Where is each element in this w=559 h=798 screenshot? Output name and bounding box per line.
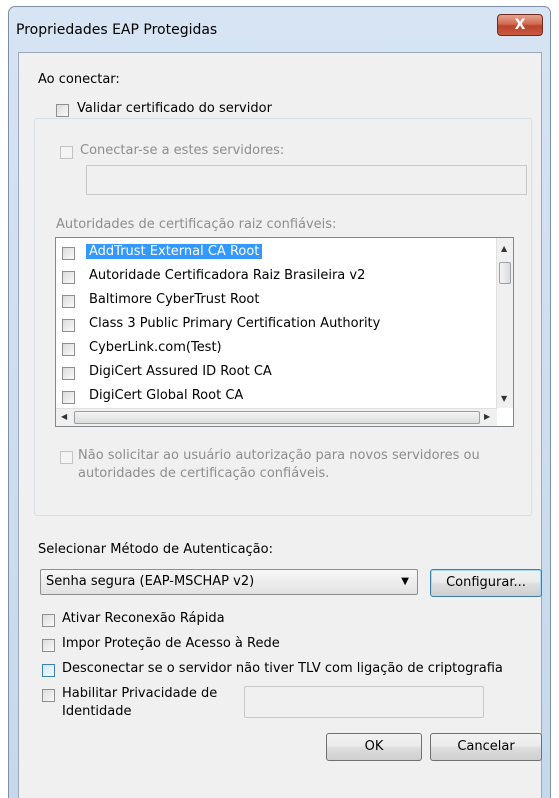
ca-checkbox[interactable] xyxy=(62,367,75,380)
ca-label: DigiCert Global Root CA xyxy=(89,388,244,403)
ca-checkbox[interactable] xyxy=(62,319,75,332)
scroll-left-icon[interactable]: ◀ xyxy=(61,412,67,421)
ca-checkbox[interactable] xyxy=(62,343,75,356)
ca-checkbox[interactable] xyxy=(62,391,75,404)
connect-servers-label: Conectar-se a estes servidores: xyxy=(80,143,285,158)
scroll-down-icon[interactable]: ▼ xyxy=(501,394,507,403)
trusted-ca-heading: Autoridades de certificação raiz confiáv… xyxy=(56,217,337,232)
vertical-scrollbar[interactable]: ▲ ▼ xyxy=(496,238,513,408)
cancel-button[interactable]: Cancelar xyxy=(430,733,542,761)
servers-input[interactable] xyxy=(86,165,527,195)
ca-label: Class 3 Public Primary Certification Aut… xyxy=(89,316,381,331)
chevron-down-icon: ▼ xyxy=(401,576,409,587)
identity-privacy-label-line2: Identidade xyxy=(62,704,132,719)
ca-label: Autoridade Certificadora Raiz Brasileira… xyxy=(89,268,366,283)
ca-list[interactable]: AddTrust External CA Root Autoridade Cer… xyxy=(55,237,514,427)
no-prompt-label-line1: Não solicitar ao usuário autorização par… xyxy=(78,448,480,463)
ok-button[interactable]: OK xyxy=(326,733,422,761)
tlv-checkbox[interactable] xyxy=(42,664,55,677)
identity-privacy-checkbox[interactable] xyxy=(42,689,55,702)
auth-method-value: Senha segura (EAP-MSCHAP v2) xyxy=(46,574,255,589)
ca-checkbox[interactable] xyxy=(62,271,75,284)
no-prompt-checkbox[interactable] xyxy=(60,451,73,464)
close-button[interactable]: X xyxy=(497,14,543,36)
ca-checkbox[interactable] xyxy=(62,295,75,308)
ca-checkbox[interactable] xyxy=(62,247,75,260)
ca-label: Baltimore CyberTrust Root xyxy=(89,292,260,307)
horizontal-scrollbar[interactable]: ◀ ▶ xyxy=(56,408,497,426)
fast-reconnect-checkbox[interactable] xyxy=(42,614,55,627)
close-icon: X xyxy=(514,17,526,33)
no-prompt-label-line2: autoridades de certificação confiáveis. xyxy=(78,466,330,481)
auth-method-heading: Selecionar Método de Autenticação: xyxy=(38,542,273,557)
ca-label: CyberLink.com(Test) xyxy=(89,340,222,355)
validate-cert-label: Validar certificado do servidor xyxy=(74,101,275,116)
nap-checkbox[interactable] xyxy=(42,639,55,652)
fast-reconnect-label: Ativar Reconexão Rápida xyxy=(62,611,225,626)
connect-servers-checkbox[interactable] xyxy=(60,146,73,159)
scroll-up-icon[interactable]: ▲ xyxy=(501,244,507,253)
validate-cert-checkbox[interactable] xyxy=(56,104,69,117)
nap-label: Impor Proteção de Acesso à Rede xyxy=(62,636,280,651)
connect-heading: Ao conectar: xyxy=(38,72,120,87)
identity-input[interactable] xyxy=(244,686,484,718)
identity-privacy-label-line1: Habilitar Privacidade de xyxy=(62,686,218,701)
horizontal-scroll-thumb[interactable] xyxy=(74,411,480,424)
tlv-label: Desconectar se o servidor não tiver TLV … xyxy=(62,661,503,676)
scroll-right-icon[interactable]: ▶ xyxy=(484,412,490,421)
auth-method-select[interactable]: Senha segura (EAP-MSCHAP v2) ▼ xyxy=(40,569,418,595)
ca-label: DigiCert Assured ID Root CA xyxy=(89,364,272,379)
vertical-scroll-thumb[interactable] xyxy=(499,262,511,284)
ca-label: AddTrust External CA Root xyxy=(86,244,263,259)
configure-button[interactable]: Configurar... xyxy=(430,569,542,597)
window-title: Propriedades EAP Protegidas xyxy=(16,22,218,38)
